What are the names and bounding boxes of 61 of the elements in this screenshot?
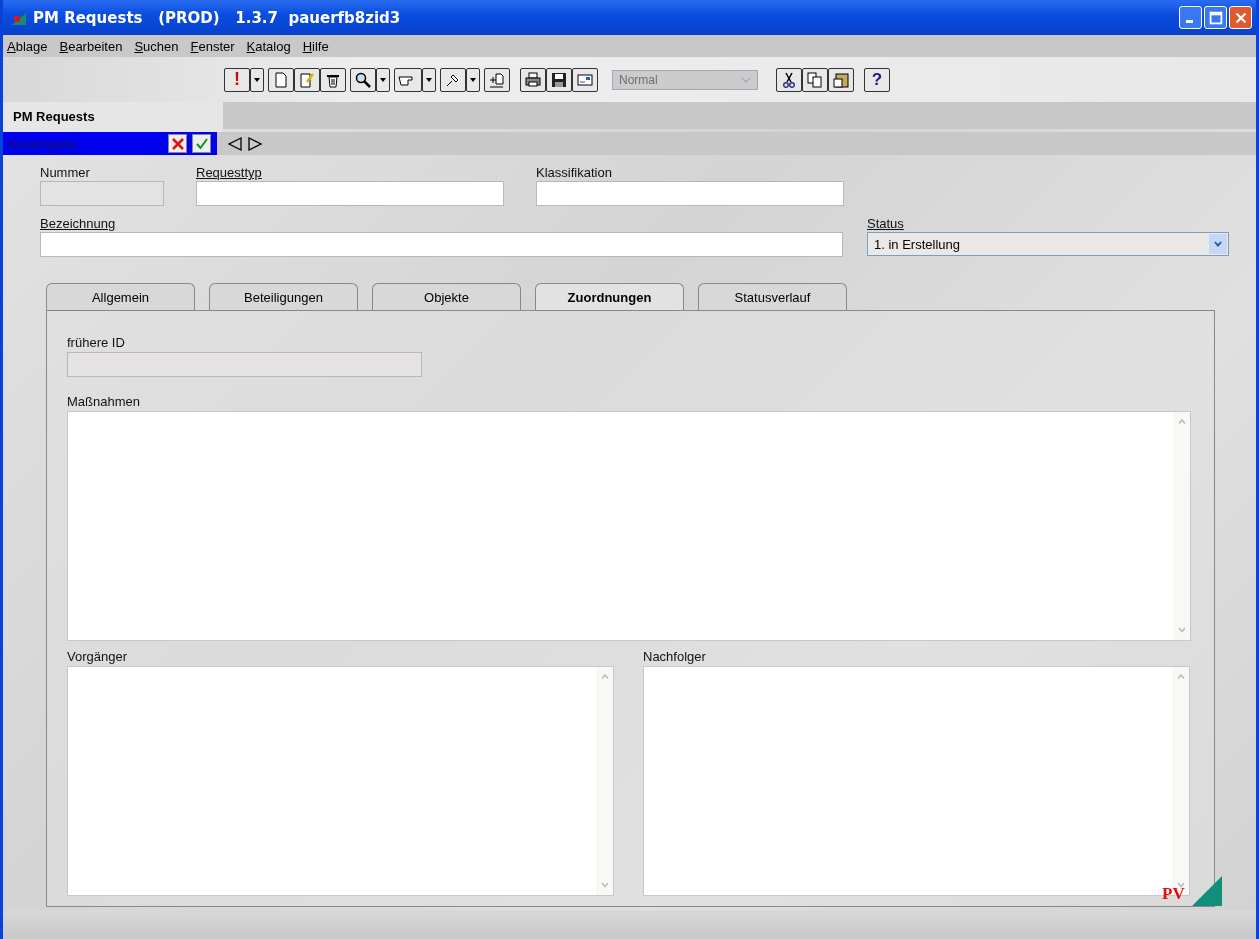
save-icon[interactable] <box>546 67 572 92</box>
add-document-icon[interactable] <box>484 67 510 92</box>
next-icon[interactable] <box>247 135 263 152</box>
field-label: Requesttyp <box>196 165 262 181</box>
cut-icon[interactable] <box>776 67 802 92</box>
status-select[interactable]: 1. in Erstellung <box>867 232 1229 256</box>
field-label: Klassifikation <box>536 165 612 181</box>
field-label: Nachfolger <box>643 649 706 665</box>
search-icon[interactable] <box>350 67 376 92</box>
minimize-icon <box>1185 20 1193 23</box>
mail-icon[interactable] <box>572 67 598 92</box>
copy-icon[interactable] <box>802 67 828 92</box>
alert-button[interactable]: ! <box>224 67 250 92</box>
mode-label: Neueingabe <box>7 136 79 151</box>
pin-icon[interactable] <box>440 67 466 92</box>
cancel-button[interactable] <box>168 134 187 153</box>
field-label: Maßnahmen <box>67 394 140 410</box>
trash-icon[interactable] <box>320 67 346 92</box>
caret-icon <box>379 75 387 84</box>
field-label: Bezeichnung <box>40 216 116 232</box>
close-button[interactable] <box>1229 6 1252 29</box>
previous-icon[interactable] <box>227 135 243 152</box>
dropdown-button[interactable] <box>466 67 480 92</box>
edit-document-icon[interactable] <box>294 67 320 92</box>
field-label: Vorgänger <box>67 649 127 665</box>
menu-item[interactable]: Fenster <box>190 38 235 54</box>
field-label: Status <box>867 216 904 232</box>
input-field[interactable] <box>196 181 504 206</box>
dropdown-button[interactable] <box>422 67 436 92</box>
tab[interactable]: Allgemein <box>46 283 195 310</box>
confirm-button[interactable] <box>192 134 211 153</box>
menu-item[interactable]: Ablage <box>7 38 48 54</box>
menu-item[interactable]: Suchen <box>134 38 179 54</box>
tab[interactable]: Statusverlauf <box>698 283 847 310</box>
paste-icon[interactable] <box>828 67 854 92</box>
caret-icon <box>469 75 477 84</box>
input-field[interactable] <box>536 181 844 206</box>
tab[interactable]: Objekte <box>372 283 521 310</box>
chevron-down-icon <box>741 74 751 85</box>
tab[interactable]: Beteiligungen <box>209 283 358 310</box>
dropdown-button[interactable] <box>250 67 264 92</box>
field-label: frühere ID <box>67 335 125 351</box>
caret-icon <box>253 75 261 84</box>
input-field[interactable] <box>40 232 843 257</box>
caret-icon <box>425 75 433 84</box>
dropdown-button[interactable] <box>376 67 390 92</box>
menu-item[interactable]: Katalog <box>246 38 291 54</box>
printer-icon[interactable] <box>520 67 546 92</box>
chevron-down-icon <box>1213 239 1223 249</box>
module-title: PM Requests <box>3 102 223 132</box>
menu-item[interactable]: Hilfe <box>302 38 329 54</box>
scroll-down-icon[interactable] <box>1175 880 1186 890</box>
tab[interactable]: Zuordnungen <box>535 283 684 310</box>
maximize-button[interactable] <box>1204 6 1227 29</box>
menu-item[interactable]: Bearbeiten <box>59 38 123 54</box>
window-title: PM Requests (PROD) 1.3.7 pauerfb8zid3 <box>33 8 402 27</box>
minimize-button[interactable] <box>1179 6 1202 29</box>
new-document-icon[interactable] <box>268 67 294 92</box>
field-label: Nummer <box>40 165 90 181</box>
help-button[interactable]: ? <box>864 67 890 92</box>
logo: PV <box>1162 876 1222 906</box>
